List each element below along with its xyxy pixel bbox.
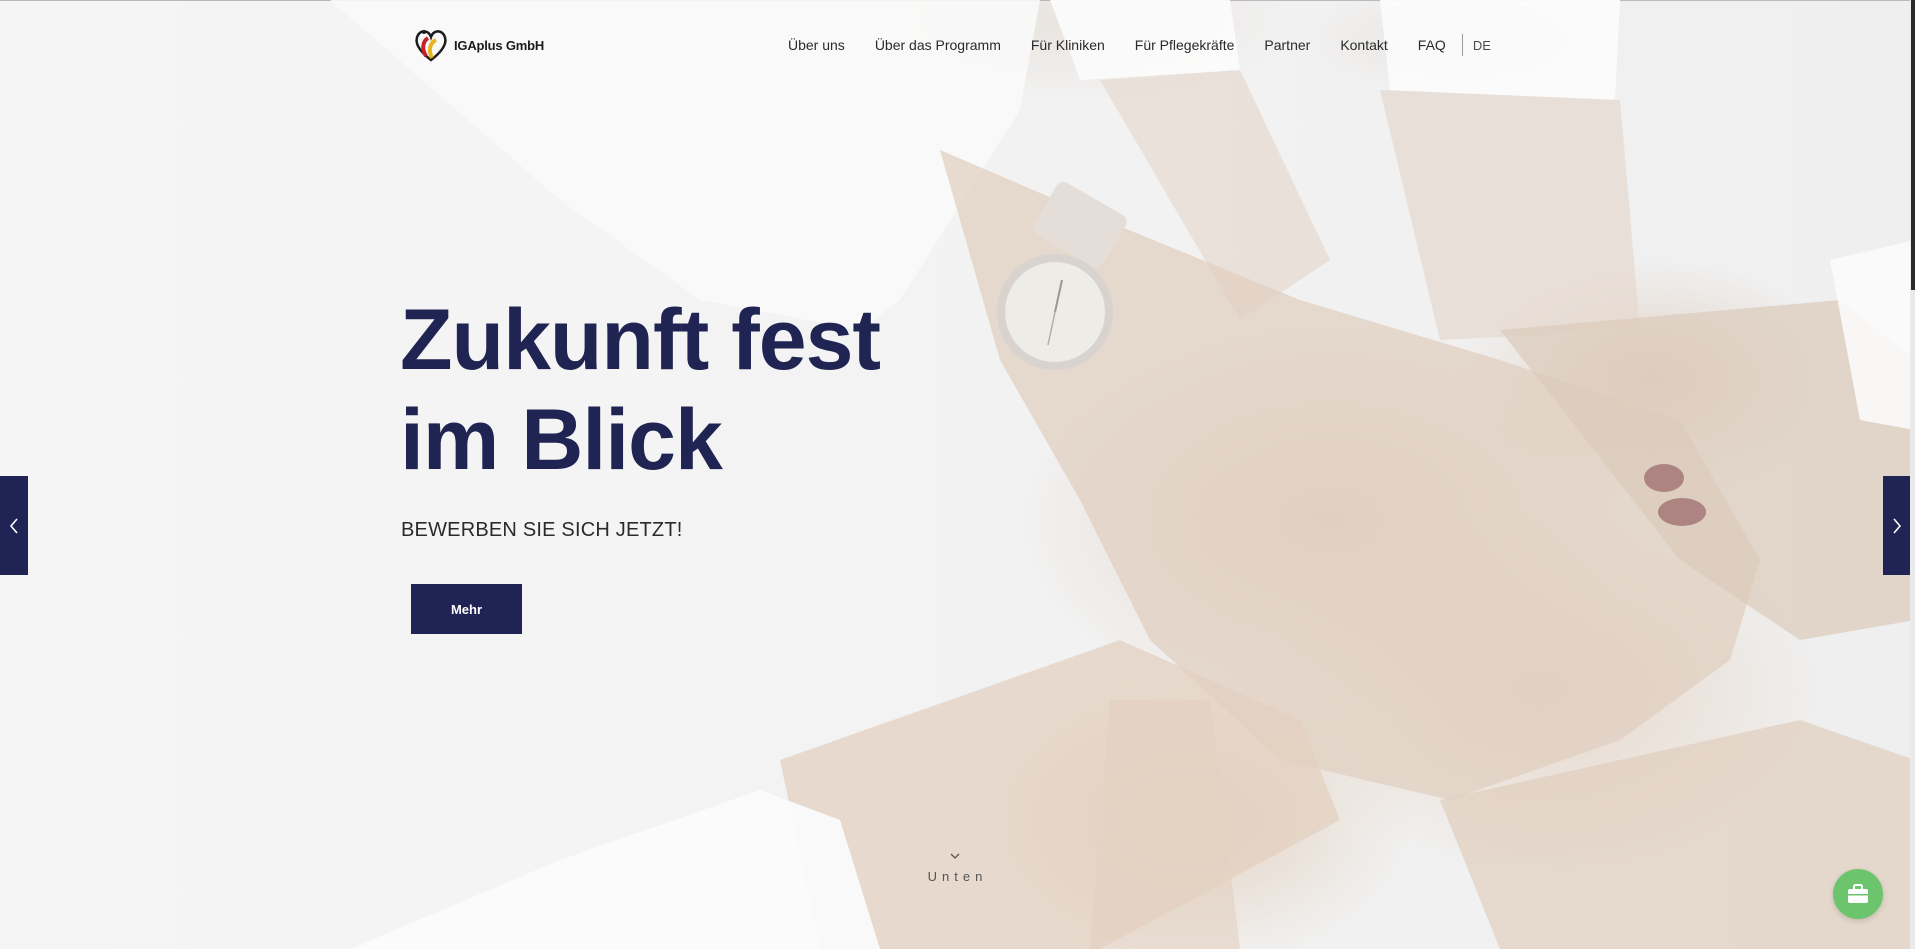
briefcase-icon [1848,884,1868,903]
nav-divider [1461,34,1463,56]
language-switch[interactable]: DE [1473,38,1491,53]
chevron-down-icon [950,853,960,859]
hero-headline-line1: Zukunft fest [400,292,881,388]
nav-item-pflegekraefte[interactable]: Für Pflegekräfte [1135,37,1235,53]
mehr-button[interactable]: Mehr [411,584,522,634]
nav-item-kliniken[interactable]: Für Kliniken [1031,37,1105,53]
heart-logo-icon [415,30,447,62]
chevron-right-icon [1893,517,1902,534]
slider-next-button[interactable] [1883,476,1911,575]
nav-item-partner[interactable]: Partner [1264,37,1310,53]
chevron-left-icon [9,517,18,534]
nav-item-kontakt[interactable]: Kontakt [1340,37,1387,53]
brand-logo[interactable]: IGAplus GmbH [412,26,544,64]
brand-name: IGAplus GmbH [454,37,545,53]
scroll-down-link[interactable]: Unten [920,852,990,886]
slider-prev-button[interactable] [0,476,28,575]
hero-headline-line2: im Blick [400,392,723,488]
nav-item-ueber-uns[interactable]: Über uns [788,37,845,53]
hero-background: IGAplus GmbH Über uns Über das Programm … [0,0,1915,949]
nav-item-faq[interactable]: FAQ [1418,37,1446,53]
hero-subline: BEWERBEN SIE SICH JETZT! [401,519,683,541]
main-nav: Über uns Über das Programm Für Kliniken … [788,34,1491,56]
scrollbar-thumb[interactable] [1911,0,1915,290]
nav-item-programm[interactable]: Über das Programm [875,37,1001,53]
hero-headline: Zukunft fest im Blick [400,290,881,490]
scroll-down-label: Unten [927,869,988,884]
hands-photo [330,0,1915,949]
floating-jobs-button[interactable] [1833,869,1883,919]
